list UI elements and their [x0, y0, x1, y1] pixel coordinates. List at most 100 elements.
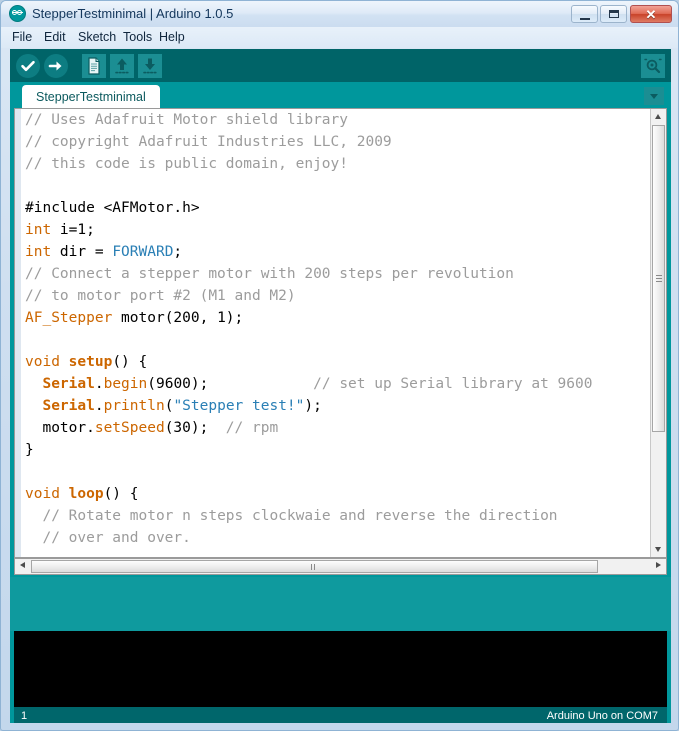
code-token: (30);: [164, 420, 226, 436]
scroll-down-button[interactable]: [651, 542, 666, 557]
code-token: i=1;: [51, 222, 95, 238]
code-line: }: [25, 439, 661, 461]
new-sketch-button[interactable]: [82, 54, 106, 78]
scroll-left-button[interactable]: [15, 559, 30, 574]
close-button[interactable]: ✕: [630, 5, 672, 23]
editor-gutter: [15, 109, 21, 557]
code-token: () {: [103, 486, 139, 502]
status-bar: 1 Arduino Uno on COM7: [14, 707, 667, 723]
code-line: motor.setSpeed(30); // rpm: [25, 417, 661, 439]
code-token: "Stepper test!": [173, 398, 305, 414]
code-token: motor(200, 1);: [112, 310, 244, 326]
scroll-grip-icon: [656, 274, 662, 283]
horizontal-scroll-thumb[interactable]: [31, 560, 598, 588]
tab-bar: StepperTestminimal: [10, 82, 671, 108]
arrow-up-icon: [115, 58, 129, 74]
triangle-right-icon: [656, 562, 661, 568]
maximize-icon: [609, 10, 619, 18]
code-token: // set up Serial library at 9600: [313, 376, 593, 392]
open-sketch-button[interactable]: [110, 54, 134, 78]
code-line: // Uses Adafruit Motor shield library: [25, 109, 661, 131]
code-line: // this code is public domain, enjoy!: [25, 153, 661, 175]
code-text[interactable]: // Uses Adafruit Motor shield library // …: [25, 109, 661, 557]
minimize-button[interactable]: [571, 5, 598, 23]
code-token: (9600);: [147, 376, 314, 392]
code-token: .: [94, 398, 104, 414]
console-output[interactable]: [14, 631, 667, 707]
save-sketch-button[interactable]: [138, 54, 162, 78]
code-token: () {: [112, 354, 148, 370]
code-token: AF_Stepper: [25, 310, 113, 326]
arduino-ide-window: StepperTestminimal | Arduino 1.0.5 ✕ Fil…: [0, 0, 679, 731]
message-area: [10, 577, 671, 631]
code-token: void: [25, 486, 60, 502]
code-token: loop: [68, 486, 104, 502]
close-icon: ✕: [645, 7, 657, 22]
arduino-logo-icon: [9, 5, 26, 22]
triangle-up-icon: [655, 114, 661, 119]
code-token: FORWARD: [112, 244, 174, 260]
menu-item-tools[interactable]: Tools: [118, 29, 157, 46]
toolbar: [10, 49, 671, 82]
ide-client-area: StepperTestminimal // Uses Adafruit Moto…: [10, 49, 671, 723]
arrow-right-icon: [48, 61, 62, 71]
verify-button[interactable]: [16, 54, 40, 78]
editor-vertical-scrollbar[interactable]: [650, 109, 666, 557]
code-token: );: [304, 398, 322, 414]
code-token: // over and over.: [42, 530, 191, 546]
serial-monitor-button[interactable]: [641, 54, 665, 78]
vertical-scroll-thumb[interactable]: [652, 125, 665, 432]
scroll-up-button[interactable]: [651, 109, 666, 124]
code-line: Serial.begin(9600); // set up Serial lib…: [25, 373, 661, 395]
code-line: void loop() {: [25, 483, 661, 505]
checkmark-icon: [21, 60, 35, 72]
code-token: motor.: [25, 420, 95, 436]
code-token: // Connect a stepper motor with 200 step…: [25, 266, 514, 282]
code-line: // to motor port #2 (M1 and M2): [25, 285, 661, 307]
window-title: StepperTestminimal | Arduino 1.0.5: [32, 6, 234, 21]
code-line: AF_Stepper motor(200, 1);: [25, 307, 661, 329]
code-line: // Rotate motor n steps clockwaie and re…: [25, 505, 661, 527]
menu-item-sketch[interactable]: Sketch: [73, 29, 121, 46]
menu-bar: File Edit Sketch Tools Help: [1, 27, 678, 48]
code-line: int i=1;: [25, 219, 661, 241]
tab-steppertestminimal[interactable]: StepperTestminimal: [22, 85, 160, 108]
code-line: // copyright Adafruit Industries LLC, 20…: [25, 131, 661, 153]
tab-menu-button[interactable]: [644, 87, 664, 105]
scroll-right-button[interactable]: [651, 559, 666, 574]
code-token: #include <AFMotor.h>: [25, 200, 200, 216]
code-token: dir =: [51, 244, 113, 260]
code-token: int: [25, 222, 52, 238]
line-number-indicator: 1: [21, 710, 28, 722]
code-line: Serial.println("Stepper test!");: [25, 395, 661, 417]
minimize-icon: [580, 15, 590, 20]
menu-item-help[interactable]: Help: [154, 29, 190, 46]
code-token: void: [25, 354, 60, 370]
code-token: // to motor port #2 (M1 and M2): [25, 288, 296, 304]
editor-horizontal-scrollbar[interactable]: [14, 558, 667, 588]
scroll-grip-icon: [310, 564, 319, 588]
code-line: void setup() {: [25, 351, 661, 373]
code-token: setSpeed: [94, 420, 165, 436]
code-token: ;: [173, 244, 183, 260]
code-line: int dir = FORWARD;: [25, 241, 661, 263]
code-token: setup: [68, 354, 113, 370]
menu-item-edit[interactable]: Edit: [39, 29, 71, 46]
chevron-down-icon: [650, 94, 658, 99]
code-token: // this code is public domain, enjoy!: [25, 156, 349, 172]
code-line: #include <AFMotor.h>: [25, 197, 661, 219]
code-editor[interactable]: // Uses Adafruit Motor shield library // …: [14, 108, 667, 558]
menu-item-file[interactable]: File: [7, 29, 37, 46]
code-token: begin: [103, 376, 148, 392]
title-bar[interactable]: StepperTestminimal | Arduino 1.0.5 ✕: [1, 1, 678, 27]
upload-button[interactable]: [44, 54, 68, 78]
code-token: // Rotate motor n steps clockwaie and re…: [42, 508, 558, 524]
code-token: Serial: [42, 398, 95, 414]
maximize-button[interactable]: [600, 5, 627, 23]
